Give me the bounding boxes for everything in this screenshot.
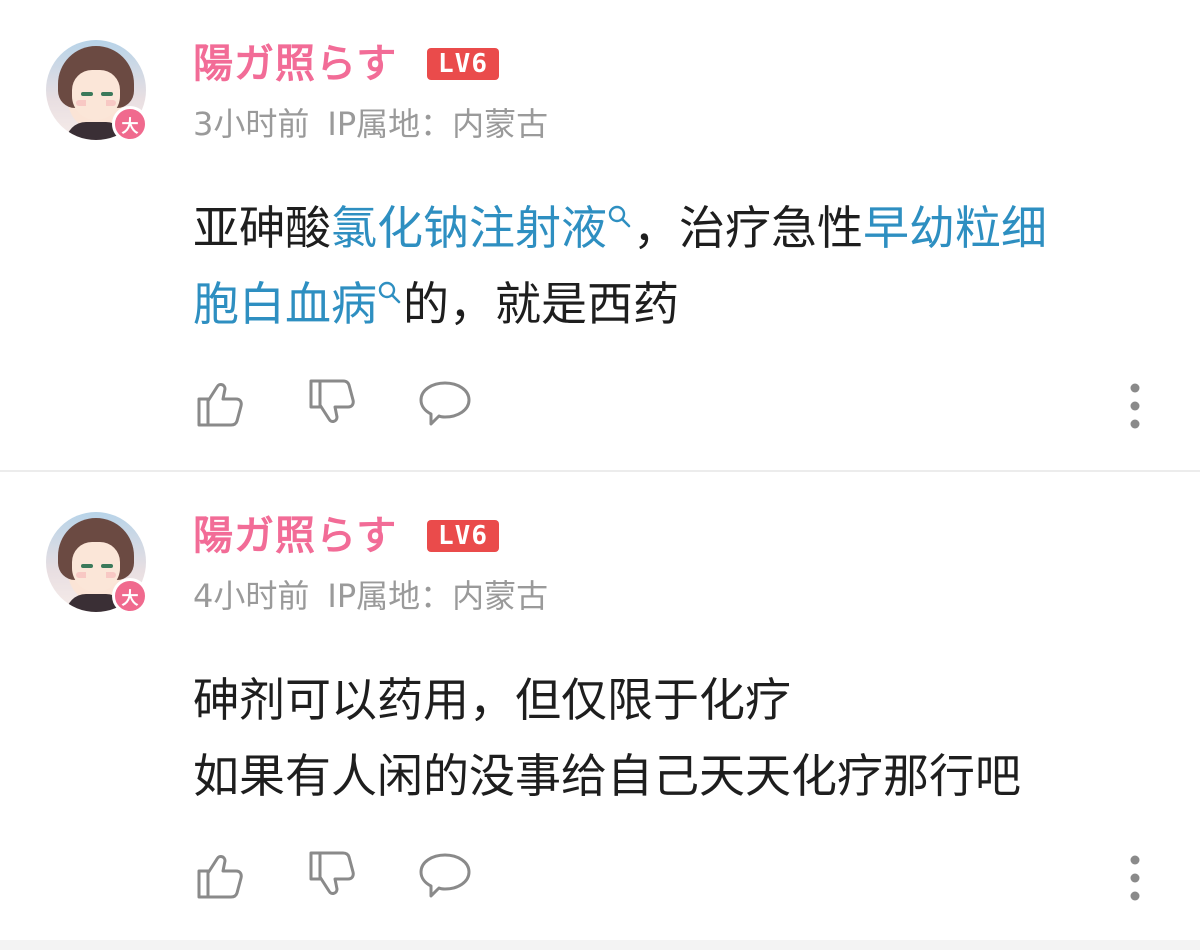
avatar[interactable]: 大 [46,40,148,142]
text-line: 砷剂可以药用，但仅限于化疗 [193,673,791,727]
speech-bubble-icon[interactable] [417,847,473,903]
comment-item: 大 陽ガ照らす LV6 3小时前 IP属地：内蒙古 亚砷酸氯化钠注射液 ，治疗急性早… [0,0,1200,470]
more-vertical-icon[interactable] [1123,855,1147,901]
avatar-badge: 大 [112,578,148,614]
keyword-link[interactable]: 氯化钠注射液 [331,201,633,255]
text-segment: 的，就是西药 [403,277,679,331]
keyword-link[interactable]: 胞白血病 [193,277,403,331]
thumbs-down-icon[interactable] [305,375,361,431]
comment-actions [193,375,1153,435]
thumbs-up-icon[interactable] [193,847,249,903]
comment-meta: 3小时前 IP属地：内蒙古 [193,104,566,144]
comment-text: 砷剂可以药用，但仅限于化疗 如果有人闲的没事给自己天天化疗那行吧 [193,662,1153,814]
comment-item: 大 陽ガ照らす LV6 4小时前 IP属地：内蒙古 砷剂可以药用，但仅限于化疗 如… [0,472,1200,942]
text-segment: 亚砷酸 [193,201,331,255]
ip-location: IP属地：内蒙古 [327,105,549,143]
search-icon [378,281,401,304]
text-line: 如果有人闲的没事给自己天天化疗那行吧 [193,749,1021,803]
search-icon [608,205,631,228]
comment-time: 4小时前 [193,577,310,615]
comment-time: 3小时前 [193,105,310,143]
thumbs-up-icon[interactable] [193,375,249,431]
more-vertical-icon[interactable] [1123,383,1147,429]
avatar[interactable]: 大 [46,512,148,614]
keyword-link[interactable]: 早幼粒细 [863,201,1047,255]
level-badge: LV6 [427,520,499,552]
thumbs-down-icon[interactable] [305,847,361,903]
ip-location: IP属地：内蒙古 [327,577,549,615]
username[interactable]: 陽ガ照らす [193,40,397,88]
avatar-badge: 大 [112,106,148,142]
comment-actions [193,847,1153,907]
username[interactable]: 陽ガ照らす [193,512,397,560]
speech-bubble-icon[interactable] [417,375,473,431]
level-badge: LV6 [427,48,499,80]
comment-text: 亚砷酸氯化钠注射液 ，治疗急性早幼粒细 胞白血病 的，就是西药 [193,190,1153,342]
bottom-edge [0,940,1200,950]
text-segment: ，治疗急性 [633,201,863,255]
comment-meta: 4小时前 IP属地：内蒙古 [193,576,566,616]
